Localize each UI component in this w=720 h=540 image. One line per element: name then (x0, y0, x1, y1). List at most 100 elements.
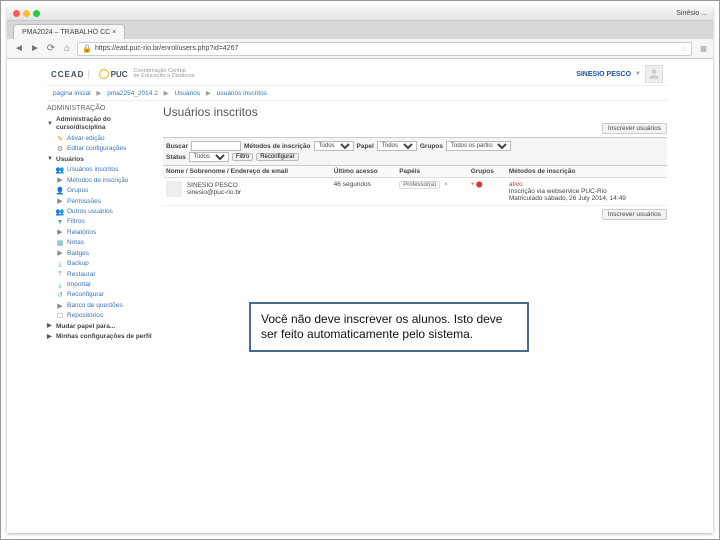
sidebar-item[interactable]: ▼Filtros (47, 217, 157, 227)
crumb-home[interactable]: página inicial (53, 90, 91, 97)
role-select[interactable]: Todos (377, 141, 417, 151)
sidebar-item[interactable]: ▶Relatórios (47, 228, 157, 238)
instruction-callout: Você não deve inscrever os alunos. Isto … (249, 302, 529, 352)
sidebar-item[interactable]: ▼Usuários (47, 155, 157, 165)
browser-menu-icon[interactable]: ≡ (700, 42, 707, 56)
sidebar-item-label: Restaurar (67, 271, 96, 279)
sidebar-item-label: Outros usuários (67, 208, 113, 216)
sidebar-item-icon: ↺ (56, 292, 64, 300)
forward-icon[interactable]: ► (29, 43, 41, 55)
sidebar-item[interactable]: ▦Notas (47, 238, 157, 248)
minimize-icon[interactable] (23, 10, 30, 17)
table-header-row: Nome / Sobrenome / Endereço de email Últ… (163, 166, 667, 178)
sidebar-item-icon: ▶ (56, 177, 64, 185)
role-label: Papel (357, 143, 374, 150)
sidebar-item[interactable]: ⤓Backup (47, 259, 157, 269)
back-icon[interactable]: ◄ (13, 43, 25, 55)
home-icon[interactable]: ⌂ (61, 43, 73, 55)
sidebar-item[interactable]: ▶Permissões (47, 197, 157, 207)
zoom-icon[interactable] (33, 10, 40, 17)
sidebar-item-label: Usuários (56, 156, 84, 164)
user-name[interactable]: SINESIO PESCO (187, 182, 238, 189)
sidebar-item-label: Usuários inscritos (67, 166, 118, 174)
method-select[interactable]: Todos (314, 141, 354, 151)
method-label: Métodos de inscrição (244, 143, 310, 150)
callout-text: Você não deve inscrever os alunos. Isto … (261, 312, 502, 341)
crumb-users[interactable]: Usuários (174, 90, 200, 97)
sidebar-item-label: Grupos (67, 187, 88, 195)
bookmark-icon[interactable]: ☆ (681, 45, 687, 53)
enroll-users-button-bottom[interactable]: Inscrever usuários (602, 209, 667, 220)
url-text: https://ead.puc-rio.br/enrol/users.php?i… (95, 45, 238, 52)
sidebar-item-label: Repositórios (67, 312, 103, 320)
search-input[interactable] (191, 141, 241, 151)
sidebar-item[interactable]: 👥Usuários inscritos (47, 165, 157, 175)
reload-icon[interactable]: ⟳ (45, 43, 57, 55)
crumb-course[interactable]: pma2254_2014.2 (107, 90, 158, 97)
sidebar-item[interactable]: ↺Reconfigurar (47, 290, 157, 300)
sidebar-item[interactable]: ▼Administração do curso/disciplina (47, 115, 157, 134)
crumb-enrolled[interactable]: usuários inscritos (217, 90, 267, 97)
sidebar-item-label: Banco de questões (67, 302, 123, 310)
sidebar-item-icon: ▦ (56, 239, 64, 247)
breadcrumb: página inicial ▶ pma2254_2014.2 ▶ Usuári… (47, 85, 667, 101)
site-header: CCEAD ▏ PUC Coordenação Central de Educa… (47, 63, 667, 85)
sidebar-item[interactable]: ▶Métodos de inscrição (47, 176, 157, 186)
browser-tab[interactable]: PMA2024 – TRABALHO CC × (13, 24, 125, 39)
col-name: Nome / Sobrenome / Endereço de email (163, 166, 331, 178)
group-add-icon[interactable]: + ⬤ (471, 182, 483, 188)
sidebar-item-icon: 👤 (56, 187, 64, 195)
sidebar-item[interactable]: 👥Outros usuários (47, 207, 157, 217)
sidebar-item[interactable]: ⤒Restaurar (47, 270, 157, 280)
sidebar-item-label: Relatórios (67, 229, 96, 237)
current-user-name[interactable]: SINESIO PESCO (576, 71, 631, 78)
tagline-2: de Educação a Distância (134, 74, 195, 80)
caret-icon: ▶ (47, 323, 53, 331)
caret-icon: ▼ (47, 121, 53, 129)
chevron-down-icon[interactable]: ▼ (635, 71, 641, 77)
avatar[interactable] (645, 65, 663, 83)
close-icon[interactable] (13, 10, 20, 17)
sidebar-title: ADMINISTRAÇÃO (47, 105, 157, 112)
enrol-date: Matriculado sábado, 26 July 2014, 14:49 (509, 195, 626, 202)
address-bar-row: ◄ ► ⟳ ⌂ 🔒 https://ead.puc-rio.br/enrol/u… (7, 39, 713, 59)
sidebar-item-icon: ▶ (56, 198, 64, 206)
sidebar-item[interactable]: ⤓Importar (47, 280, 157, 290)
sidebar-item-label: Importar (67, 281, 91, 289)
browser-tabstrip: PMA2024 – TRABALHO CC × (7, 21, 713, 39)
sidebar-item[interactable]: ▶Banco de questões (47, 301, 157, 311)
sidebar-item-label: Badges (67, 250, 89, 258)
remove-role-icon[interactable]: × (444, 181, 448, 188)
admin-sidebar: ADMINISTRAÇÃO ▼Administração do curso/di… (47, 105, 157, 343)
sidebar-item[interactable]: ✎Ativar edição (47, 134, 157, 144)
sidebar-item-icon: ▶ (56, 229, 64, 237)
sidebar-item-label: Mudar papel para... (56, 323, 115, 331)
lock-icon: 🔒 (82, 44, 92, 53)
tab-title: PMA2024 – TRABALHO CC × (22, 29, 116, 36)
window-titlebar: Sinésio ... (7, 7, 713, 21)
caret-icon: ▼ (47, 156, 53, 164)
sidebar-item-icon: ▶ (56, 250, 64, 258)
sidebar-item[interactable]: ▶Minhas configurações de perfil (47, 332, 157, 342)
sidebar-item[interactable]: ▶Mudar papel para... (47, 322, 157, 332)
sidebar-item-label: Métodos de inscrição (67, 177, 128, 185)
sidebar-item-label: Editar configurações (67, 145, 126, 153)
group-select[interactable]: Todos os partici (446, 141, 511, 151)
sidebar-item-label: Notas (67, 239, 84, 247)
status-select[interactable]: Todos (189, 152, 229, 162)
sidebar-item[interactable]: ▶Badges (47, 249, 157, 259)
enroll-users-button-top[interactable]: Inscrever usuários (602, 123, 667, 134)
sidebar-item[interactable]: ⚙Editar configurações (47, 144, 157, 154)
sidebar-item-label: Reconfigurar (67, 291, 104, 299)
sidebar-item[interactable]: 👤Grupos (47, 186, 157, 196)
address-bar[interactable]: 🔒 https://ead.puc-rio.br/enrol/users.php… (77, 42, 692, 56)
caret-icon: ▶ (47, 334, 53, 342)
sidebar-item[interactable]: ☐Repositórios (47, 311, 157, 321)
sidebar-item-label: Ativar edição (67, 135, 105, 143)
sidebar-item-icon: ☐ (56, 313, 64, 321)
filter-button[interactable]: Filtro (232, 153, 253, 161)
sidebar-item-icon: 👥 (56, 208, 64, 216)
user-role-badge: Professor(a) (399, 181, 440, 189)
reset-button[interactable]: Reconfigurar (256, 153, 298, 161)
sidebar-item-icon: ⤓ (56, 260, 64, 268)
